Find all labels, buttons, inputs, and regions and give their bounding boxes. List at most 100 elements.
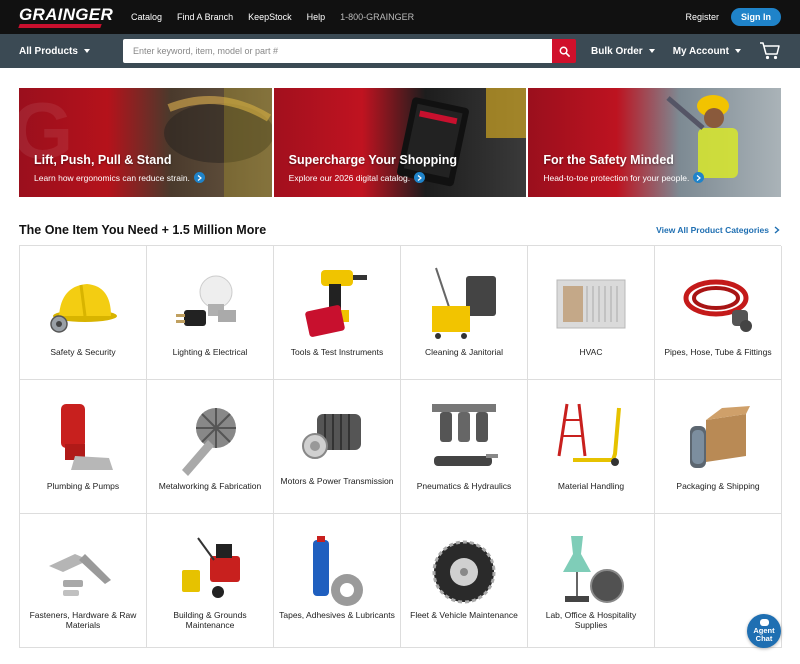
category-label: Lab, Office & Hospitality Supplies [545,610,637,630]
banner-safety[interactable]: For the Safety Minded Head-to-toe protec… [528,88,782,197]
bulk-order-label: Bulk Order [591,45,643,57]
find-a-branch-link[interactable]: Find A Branch [177,12,233,22]
view-all-label: View All Product Categories [656,225,769,235]
category-label: Pneumatics & Hydraulics [416,481,512,491]
chevron-right-icon [693,172,705,183]
category-tile[interactable]: Pneumatics & Hydraulics [401,380,528,514]
bolt-icon [45,534,121,610]
banner-subtitle: Explore our 2026 digital catalog. [288,172,426,183]
category-tile[interactable]: Plumbing & Pumps [20,380,147,514]
banner-subtitle-text: Learn how ergonomics can reduce strain. [34,172,190,183]
category-label: Motors & Power Transmission [280,476,394,486]
chat-label-line2: Chat [755,634,773,643]
category-label: Fleet & Vehicle Maintenance [410,610,518,620]
category-label: Pipes, Hose, Tube & Fittings [664,347,772,357]
chevron-down-icon [735,49,741,53]
banner-ergonomics[interactable]: G Lift, Push, Pull & Stand Learn how erg… [19,88,272,197]
chat-bubble-icon [759,619,769,626]
cart-icon[interactable] [759,41,781,61]
category-label: Lighting & Electrical [172,347,248,357]
tape-icon [299,534,375,610]
category-tile[interactable]: Packaging & Shipping [655,380,782,514]
banner-subtitle-text: Explore our 2026 digital catalog. [288,172,411,183]
category-tile[interactable]: Metalworking & Fabrication [147,380,274,514]
lab-flask-icon [553,534,629,610]
search-button[interactable] [552,39,576,63]
pump-icon [45,400,121,476]
box-icon [680,400,756,476]
chevron-right-icon [414,172,426,183]
banner-subtitle: Head-to-toe protection for your people. [543,172,705,183]
banner-title: For the Safety Minded [543,153,674,167]
top-bar: GRAINGER Catalog Find A Branch KeepStock… [0,0,800,34]
snowblower-icon [172,534,248,610]
category-label: Metalworking & Fabrication [158,481,262,491]
agent-chat-button[interactable]: Agent Chat [747,614,781,648]
top-links: Catalog Find A Branch KeepStock Help 1-8… [131,12,429,22]
motor-icon [299,400,375,476]
chevron-down-icon [83,49,90,53]
category-grid: Safety & Security Lighting & Electrical [19,245,782,648]
all-products-menu[interactable]: All Products [19,46,123,57]
categories-header: The One Item You Need + 1.5 Million More… [19,220,781,240]
nav-bar: All Products Bulk Order My Account [0,34,800,68]
category-tile[interactable]: Fasteners, Hardware & Raw Materials [20,514,147,648]
view-all-categories-link[interactable]: View All Product Categories [656,225,781,235]
keepstock-link[interactable]: KeepStock [248,12,292,22]
bulk-order-menu[interactable]: Bulk Order [591,46,655,57]
banner-subtitle: Learn how ergonomics can reduce strain. [34,172,205,183]
category-label: Building & Grounds Maintenance [173,610,247,630]
category-label: Plumbing & Pumps [46,481,120,491]
phone-link[interactable]: 1-800-GRAINGER [340,12,414,22]
category-tile[interactable]: Fleet & Vehicle Maintenance [401,514,528,648]
chevron-right-icon [774,226,780,234]
category-tile[interactable]: Material Handling [528,380,655,514]
chevron-down-icon [648,49,655,53]
grainger-logo[interactable]: GRAINGER [18,6,113,28]
hard-hat-icon [45,266,121,342]
category-tile[interactable]: Cleaning & Janitorial [401,246,528,380]
pneumatic-icon [426,400,502,476]
category-tile[interactable]: Building & Grounds Maintenance [147,514,274,648]
banner-title: Supercharge Your Shopping [288,153,457,167]
banner-subtitle-text: Head-to-toe protection for your people. [543,172,690,183]
search-bar [123,39,576,63]
category-tile[interactable]: Tools & Test Instruments [274,246,401,380]
sign-in-button[interactable]: Sign In [731,8,781,26]
category-tile[interactable]: Pipes, Hose, Tube & Fittings [655,246,782,380]
chevron-right-icon [193,172,205,183]
logo-underline [18,24,102,28]
promo-banners: G Lift, Push, Pull & Stand Learn how erg… [19,88,782,197]
search-input[interactable] [123,39,552,63]
account-links: Register Sign In [685,8,781,26]
search-icon [559,46,570,57]
category-label: Tools & Test Instruments [290,347,384,357]
category-tile[interactable]: HVAC [528,246,655,380]
category-label: Safety & Security [50,347,116,357]
nav-right: Bulk Order My Account [591,41,781,61]
category-tile[interactable]: Tapes, Adhesives & Lubricants [274,514,401,648]
banner-title: Lift, Push, Pull & Stand [34,153,172,167]
banner-catalog[interactable]: Supercharge Your Shopping Explore our 20… [273,88,527,197]
category-tile[interactable]: Safety & Security [20,246,147,380]
flap-disc-icon [172,400,248,476]
tire-chain-icon [426,534,502,610]
light-bulb-icon [172,266,248,342]
all-products-label: All Products [19,45,78,57]
category-label: HVAC [579,347,603,357]
category-tile[interactable]: Lighting & Electrical [147,246,274,380]
section-title: The One Item You Need + 1.5 Million More [19,223,267,237]
category-label: Packaging & Shipping [676,481,760,491]
category-label: Cleaning & Janitorial [425,347,503,357]
category-tile[interactable]: Lab, Office & Hospitality Supplies [528,514,655,648]
air-conditioner-icon [553,266,629,342]
category-tile[interactable]: Motors & Power Transmission [274,380,401,514]
category-label: Fasteners, Hardware & Raw Materials [29,610,137,630]
drill-icon [299,266,375,342]
category-label: Tapes, Adhesives & Lubricants [279,610,395,620]
help-link[interactable]: Help [307,12,326,22]
category-label: Material Handling [557,481,625,491]
register-link[interactable]: Register [685,12,719,22]
my-account-menu[interactable]: My Account [673,46,741,57]
catalog-link[interactable]: Catalog [131,12,162,22]
